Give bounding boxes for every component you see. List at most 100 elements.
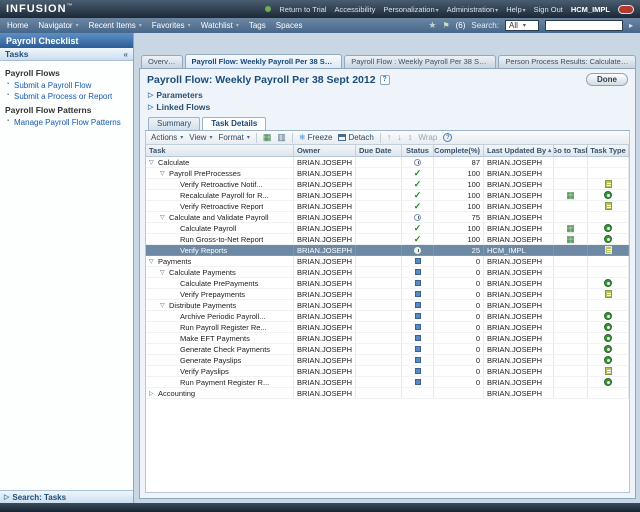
task-cell: ▽ Payments [146, 256, 294, 266]
table-row[interactable]: ▽ Payments BRIAN.JOSEPH 0 BRIAN.JOSEPH [146, 256, 629, 267]
tree-expand-icon[interactable]: ▽ [160, 269, 169, 276]
signed-in-user: HCM_IMPL [571, 5, 610, 14]
manual-task-icon [605, 202, 612, 210]
view-menu[interactable]: View▾ [189, 133, 212, 142]
table-row[interactable]: Verify Retroactive Notif... BRIAN.JOSEPH… [146, 179, 629, 190]
table-row[interactable]: ▷ Accounting BRIAN.JOSEPH BRIAN.JOSEPH [146, 388, 629, 399]
favorites-star-icon[interactable]: ★ [428, 20, 436, 31]
table-row[interactable]: ▽ Calculate BRIAN.JOSEPH 87 BRIAN.JOSEPH [146, 157, 629, 168]
tree-expand-icon[interactable]: ▽ [160, 302, 169, 309]
linked-flows-toggle[interactable]: ▷ Linked Flows [140, 100, 635, 112]
tab-person-process-results[interactable]: Person Process Results: Calculate Payrol… [498, 55, 636, 68]
tree-expand-icon[interactable]: ▽ [160, 214, 169, 221]
search-input[interactable] [545, 20, 623, 31]
collapse-pane-icon[interactable]: « [124, 50, 128, 59]
task-cell: Run Payroll Register Re... [146, 322, 294, 332]
column-header-last-updated-by[interactable]: Last Updated By▴ [484, 145, 554, 156]
table-row[interactable]: ▽ Distribute Payments BRIAN.JOSEPH 0 BRI… [146, 300, 629, 311]
menu-tags[interactable]: Tags [249, 21, 266, 30]
scroll-to-last-icon[interactable]: ↓ [397, 133, 402, 142]
gear-icon [604, 279, 612, 287]
table-row[interactable]: Verify Prepayments BRIAN.JOSEPH 0 BRIAN.… [146, 289, 629, 300]
administration-menu[interactable]: Administration▾ [447, 5, 499, 14]
table-row[interactable]: Run Gross-to-Net Report BRIAN.JOSEPH 100… [146, 234, 629, 245]
column-header-task[interactable]: Task [146, 145, 294, 156]
chevron-down-icon: ▾ [180, 134, 183, 141]
table-row[interactable]: Calculate PrePayments BRIAN.JOSEPH 0 BRI… [146, 278, 629, 289]
table-row[interactable]: Verify Payslips BRIAN.JOSEPH 0 BRIAN.JOS… [146, 366, 629, 377]
owner-cell: BRIAN.JOSEPH [294, 179, 356, 189]
tree-expand-icon[interactable]: ▽ [160, 170, 169, 177]
freeze-icon: ❄ [299, 133, 306, 142]
freeze-button[interactable]: ❄Freeze [299, 133, 333, 142]
owner-cell: BRIAN.JOSEPH [294, 322, 356, 332]
tree-expand-icon[interactable]: ▽ [149, 258, 158, 265]
column-header-status[interactable]: Status [402, 145, 434, 156]
return-to-trial-link[interactable]: Return to Trial [279, 5, 326, 14]
watchlist-flag-icon[interactable]: ⚑ [442, 21, 449, 30]
table-row[interactable]: Calculate Payroll BRIAN.JOSEPH 100 BRIAN… [146, 223, 629, 234]
tree-expand-icon[interactable]: ▽ [149, 159, 158, 166]
table-row[interactable]: Archive Periodic Payroll... BRIAN.JOSEPH… [146, 311, 629, 322]
check-icon [414, 224, 422, 233]
check-icon [414, 191, 422, 200]
table-row[interactable]: ▽ Payroll PreProcesses BRIAN.JOSEPH 100 … [146, 168, 629, 179]
go-to-task-icon[interactable] [566, 224, 575, 233]
menu-recent-items[interactable]: Recent Items▾ [89, 21, 142, 30]
personalization-menu[interactable]: Personalization▾ [383, 5, 438, 14]
detach-button[interactable]: Detach [338, 133, 373, 142]
menu-navigator[interactable]: Navigator▾ [38, 21, 78, 30]
done-button[interactable]: Done [586, 73, 628, 86]
sidebar-link-submit-process-or-report[interactable]: Submit a Process or Report [5, 91, 128, 102]
help-menu[interactable]: Help▾ [506, 5, 525, 14]
table-row[interactable]: ▽ Calculate and Validate Payroll BRIAN.J… [146, 212, 629, 223]
toolbar-help-icon[interactable]: ? [443, 133, 452, 142]
go-to-task-icon[interactable] [566, 235, 575, 244]
table-row[interactable]: Verify Reports BRIAN.JOSEPH 25 HCM_IMPL [146, 245, 629, 256]
sign-out-link[interactable]: Sign Out [534, 5, 563, 14]
table-row[interactable]: Generate Payslips BRIAN.JOSEPH 0 BRIAN.J… [146, 355, 629, 366]
subtab-task-details[interactable]: Task Details [202, 117, 266, 130]
sidebar-link-submit-payroll-flow[interactable]: Submit a Payroll Flow [5, 80, 128, 91]
column-header-task-type[interactable]: Task Type [588, 145, 629, 156]
table-row[interactable]: Run Payment Register R... BRIAN.JOSEPH 0… [146, 377, 629, 388]
menu-favorites[interactable]: Favorites▾ [152, 21, 191, 30]
group-label-payroll-flow-patterns: Payroll Flow Patterns [5, 105, 128, 115]
column-header-go-to-task[interactable]: Go to Task [554, 145, 588, 156]
go-to-task-icon[interactable] [566, 191, 575, 200]
search-go-button[interactable]: ▸ [629, 21, 633, 30]
wrap-button[interactable]: Wrap [418, 133, 437, 142]
tab-overview[interactable]: Overview [141, 55, 183, 68]
help-icon[interactable]: ? [380, 75, 390, 85]
table-row[interactable]: Run Payroll Register Re... BRIAN.JOSEPH … [146, 322, 629, 333]
sort-ascending-icon[interactable]: ▴ [548, 147, 551, 154]
accessibility-link[interactable]: Accessibility [335, 5, 376, 14]
go-to-row-icon[interactable]: ↕ [408, 133, 413, 142]
sidebar-link-manage-payroll-flow-patterns[interactable]: Manage Payroll Flow Patterns [5, 117, 128, 128]
export-to-excel-icon[interactable]: ▦ [263, 133, 272, 142]
search-scope-select[interactable]: All▾ [505, 20, 539, 31]
table-row[interactable]: Verify Retroactive Report BRIAN.JOSEPH 1… [146, 201, 629, 212]
menu-home[interactable]: Home [7, 21, 28, 30]
table-row[interactable]: Recalculate Payroll for R... BRIAN.JOSEP… [146, 190, 629, 201]
tab-payroll-flow-active[interactable]: Payroll Flow: Weekly Payroll Per 38 Sept… [185, 54, 343, 68]
menu-watchlist[interactable]: Watchlist▾ [201, 21, 239, 30]
scroll-to-first-icon[interactable]: ↑ [387, 133, 392, 142]
format-menu[interactable]: Format▾ [218, 133, 249, 142]
due-date-cell [356, 355, 402, 365]
tree-expand-icon[interactable]: ▷ [149, 390, 158, 397]
task-name: Make EFT Payments [180, 334, 250, 343]
actions-menu[interactable]: Actions▾ [151, 133, 183, 142]
table-row[interactable]: Generate Check Payments BRIAN.JOSEPH 0 B… [146, 344, 629, 355]
column-header-due-date[interactable]: Due Date [356, 145, 402, 156]
table-row[interactable]: Make EFT Payments BRIAN.JOSEPH 0 BRIAN.J… [146, 333, 629, 344]
subtab-summary[interactable]: Summary [148, 117, 200, 130]
table-row[interactable]: ▽ Calculate Payments BRIAN.JOSEPH 0 BRIA… [146, 267, 629, 278]
menu-spaces[interactable]: Spaces [276, 21, 303, 30]
tab-payroll-flow-2[interactable]: Payroll Flow : Weekly Payroll Per 38 Sep… [344, 55, 496, 68]
parameters-toggle[interactable]: ▷ Parameters [140, 88, 635, 100]
column-header-complete[interactable]: Complete(%) [434, 145, 484, 156]
search-tasks-panel[interactable]: ▷ Search: Tasks [0, 490, 133, 503]
query-by-example-icon[interactable]: ▥ [277, 133, 286, 142]
column-header-owner[interactable]: Owner [294, 145, 356, 156]
